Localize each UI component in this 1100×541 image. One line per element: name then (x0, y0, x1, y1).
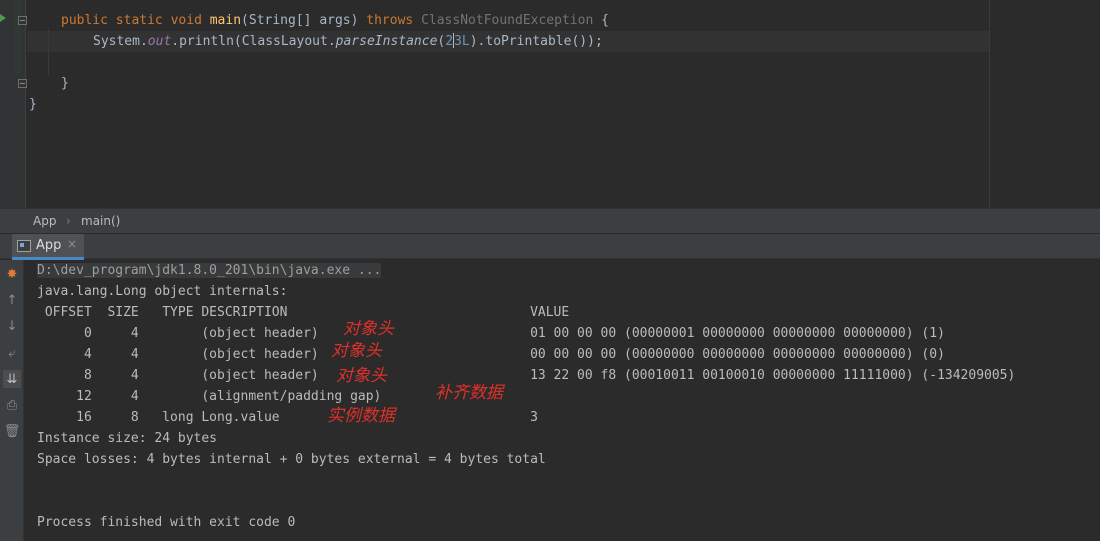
fold-end-icon[interactable] (18, 79, 27, 88)
output-title: java.lang.Long object internals: (37, 284, 288, 299)
method-name: main (209, 13, 242, 28)
editor-gutter[interactable] (0, 0, 27, 208)
console-output[interactable]: D:\dev_program\jdk1.8.0_201\bin\java.exe… (25, 260, 1100, 541)
up-arrow-icon[interactable]: ↑ (3, 291, 21, 309)
keyword: void (170, 13, 202, 28)
rerun-icon[interactable]: ✸ (3, 265, 21, 283)
table-row: 0 4 (object header) 01 00 00 00 (0000000… (37, 326, 945, 341)
vcs-change-marker (15, 0, 21, 74)
open-brace: { (601, 13, 609, 28)
space-losses-text: Space losses: 4 bytes internal + 0 bytes… (37, 452, 546, 467)
soft-wrap-icon[interactable]: ⤶ (3, 344, 21, 362)
keyword: public (61, 13, 108, 28)
breadcrumb-method[interactable]: main() (81, 214, 120, 228)
number-literal: 2 (445, 34, 454, 49)
parse-instance-call: parseInstance (335, 34, 438, 49)
call-tail: ).toPrintable()); (469, 34, 603, 49)
breadcrumb: App › main() (0, 208, 1100, 233)
out-field: out (147, 34, 172, 49)
table-row: 8 4 (object header) 13 22 00 f8 (0001001… (37, 368, 1016, 383)
breadcrumb-separator: › (66, 214, 71, 228)
table-row: 16 8 long Long.value 3 (37, 410, 538, 425)
parameters: (String[] args) (241, 13, 359, 28)
annotation-instance-data: 实例数据 (327, 406, 395, 426)
annotation-object-header: 对象头 (336, 366, 387, 386)
run-tab-app[interactable]: App × (12, 234, 84, 260)
exception-type: ClassNotFoundException (421, 13, 594, 28)
table-header: OFFSET SIZE TYPE DESCRIPTION VALUE (37, 305, 570, 320)
down-arrow-icon[interactable]: ↓ (3, 317, 21, 335)
right-margin-guide (989, 0, 990, 208)
code-editor[interactable]: public static void main(String[] args) t… (0, 0, 1100, 208)
scroll-to-end-icon[interactable]: ⇊ (3, 370, 21, 388)
number-literal: 3L (454, 34, 470, 49)
keyword: static (115, 13, 163, 28)
code-line-method-close[interactable]: } (61, 73, 69, 94)
table-row: 4 4 (object header) 00 00 00 00 (0000000… (37, 347, 945, 362)
instance-size-text: Instance size: 24 bytes (37, 431, 218, 446)
run-gutter-icon[interactable] (0, 14, 6, 22)
annotation-object-header: 对象头 (331, 341, 382, 361)
code-line-class-close[interactable]: } (29, 94, 37, 115)
code-line-main-signature[interactable]: public static void main(String[] args) t… (61, 10, 609, 31)
run-command-line[interactable]: D:\dev_program\jdk1.8.0_201\bin\java.exe… (37, 263, 382, 278)
trash-icon[interactable]: 🗑 (3, 422, 21, 440)
run-tab-label: App (36, 238, 62, 253)
application-icon (17, 240, 31, 252)
fold-toggle-icon[interactable] (18, 16, 27, 25)
annotation-padding-data: 补齐数据 (435, 383, 503, 403)
close-icon[interactable]: × (67, 237, 77, 251)
process-exit-text: Process finished with exit code 0 (37, 515, 296, 530)
system-ref: System. (93, 34, 148, 49)
breadcrumb-class[interactable]: App (33, 214, 56, 228)
annotation-object-header: 对象头 (343, 319, 394, 339)
table-row: 12 4 (alignment/padding gap) (37, 389, 382, 404)
run-tool-window-header: App × (0, 233, 1100, 260)
run-toolbar: ✸ ↑ ↓ ⤶ ⇊ ⎙ 🗑 (0, 260, 24, 541)
code-line-println[interactable]: System.out.println(ClassLayout.parseInst… (93, 31, 603, 52)
println-call: .println(ClassLayout. (171, 34, 336, 49)
keyword: throws (366, 13, 414, 28)
print-icon[interactable]: ⎙ (3, 396, 21, 414)
indent-guide (48, 28, 49, 76)
